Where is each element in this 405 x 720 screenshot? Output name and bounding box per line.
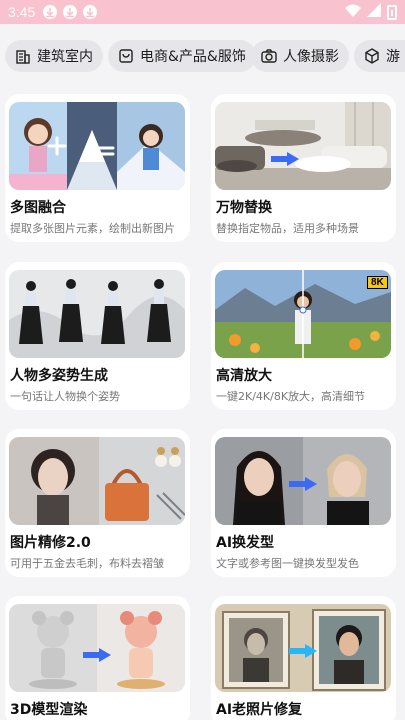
- card-thumbnail: [9, 604, 185, 692]
- card-title: AI换发型: [216, 535, 275, 551]
- chevron-right-icon[interactable]: ›: [393, 49, 399, 65]
- card-title: 图片精修2.0: [10, 535, 91, 551]
- card-description: 替换指定物品，适用多种场景: [216, 222, 359, 235]
- category-label: 电商&产品&服饰: [140, 49, 246, 65]
- category-chip-ecommerce[interactable]: 电商&产品&服饰: [108, 40, 256, 72]
- card-thumbnail: [215, 437, 391, 525]
- card-description: 可用于五金去毛刺，布料去褶皱: [10, 557, 164, 570]
- camera-icon: [261, 48, 277, 64]
- feature-card-multi-image-fusion[interactable]: 多图融合 提取多张图片元素，绘制出新图片: [5, 94, 190, 242]
- feature-card-multi-pose[interactable]: 人物多姿势生成 一句话让人物换个姿势: [5, 262, 190, 410]
- card-title: AI老照片修复: [216, 702, 303, 718]
- card-description: 一句话让人物换个姿势: [10, 390, 120, 403]
- card-description: 提取多张图片元素，绘制出新图片: [10, 222, 175, 235]
- download-notification-icon: [83, 5, 98, 19]
- building-icon: [15, 48, 31, 64]
- card-title: 多图融合: [10, 200, 66, 216]
- feature-card-hd-upscale[interactable]: 8K 高清放大 一键2K/4K/8K放大，高清细节: [211, 262, 396, 410]
- card-thumbnail: 8K: [215, 270, 391, 358]
- signal-icon: [367, 3, 381, 21]
- card-title: 3D模型渲染: [10, 702, 88, 718]
- battery-icon: [387, 4, 397, 20]
- card-title: 人物多姿势生成: [10, 368, 108, 384]
- feature-card-old-photo-restore[interactable]: AI老照片修复: [211, 596, 396, 720]
- status-bar: 3:45: [0, 0, 405, 24]
- card-thumbnail: [215, 604, 391, 692]
- card-thumbnail: [9, 437, 185, 525]
- download-notification-icon: [43, 5, 58, 19]
- cube-icon: [364, 48, 380, 64]
- wifi-icon: [345, 4, 361, 21]
- card-thumbnail: [215, 102, 391, 190]
- category-chip-portrait[interactable]: 人像摄影: [251, 40, 349, 72]
- status-time: 3:45: [8, 4, 36, 20]
- feature-card-3d-render[interactable]: 3D模型渲染: [5, 596, 190, 720]
- download-notification-icon: [63, 5, 78, 19]
- card-title: 万物替换: [216, 200, 272, 216]
- feature-card-ai-hairstyle[interactable]: AI换发型 文字或参考图一键换发型发色: [211, 429, 396, 577]
- card-thumbnail: [9, 270, 185, 358]
- card-description: 一键2K/4K/8K放大，高清细节: [216, 390, 366, 403]
- feature-card-object-replace[interactable]: 万物替换 替换指定物品，适用多种场景: [211, 94, 396, 242]
- category-label: 建筑室内: [37, 49, 93, 65]
- category-chip-architecture[interactable]: 建筑室内: [5, 40, 103, 72]
- category-bar: 建筑室内 电商&产品&服饰 人像摄影 游 ›: [0, 24, 405, 90]
- feature-card-image-retouch[interactable]: 图片精修2.0 可用于五金去毛刺，布料去褶皱: [5, 429, 190, 577]
- card-thumbnail: [9, 102, 185, 190]
- shop-icon: [118, 48, 134, 64]
- upscale-badge: 8K: [367, 276, 388, 289]
- card-description: 文字或参考图一键换发型发色: [216, 557, 359, 570]
- card-title: 高清放大: [216, 368, 272, 384]
- category-label: 人像摄影: [283, 49, 339, 65]
